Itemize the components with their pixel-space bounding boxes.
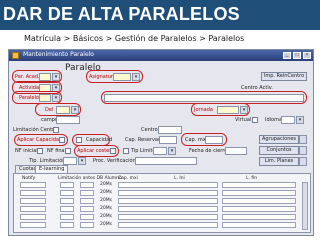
grid-cell[interactable]	[20, 198, 46, 204]
cap-reservada-input[interactable]	[159, 136, 177, 144]
close-button[interactable]: ×	[303, 52, 311, 59]
idioma-input[interactable]	[281, 116, 295, 124]
grid-cell[interactable]	[118, 198, 218, 204]
cap-mx-highlight	[181, 133, 227, 146]
asignatura-highlight	[86, 70, 143, 83]
limitacion-centro-checkbox[interactable]	[53, 127, 59, 133]
grid-cell[interactable]	[118, 214, 218, 220]
grid-cell[interactable]	[222, 206, 296, 212]
lim-planes-button[interactable]: Lim. Planes	[259, 157, 299, 166]
idioma-dropdown[interactable]: ▾	[296, 116, 304, 124]
breadcrumb: Matrícula > Básicos > Gestión de Paralel…	[24, 34, 245, 43]
imp-reincentro-button[interactable]: Imp. ReinCentro	[261, 72, 307, 81]
tip-limitacion-label: Tip. Limitación	[29, 158, 66, 164]
grid-cell-value: 20Ms	[100, 190, 112, 195]
grid-cell[interactable]	[80, 198, 94, 204]
table-row[interactable]: 20Ms	[20, 206, 302, 213]
grid-cell[interactable]	[222, 222, 296, 228]
grid-header-l-fin: L. fin	[246, 176, 258, 181]
grid-scrollbar[interactable]	[302, 182, 308, 230]
tip-limite-checkbox[interactable]	[123, 148, 129, 154]
tip-limite-dropdown[interactable]: ▾	[168, 147, 176, 155]
grid-cell[interactable]	[60, 214, 74, 220]
conjuntos-button[interactable]: Conjuntos	[259, 146, 299, 155]
tip-limite-label: Tip Limite	[131, 148, 156, 154]
table-row[interactable]: 20Ms	[20, 214, 302, 221]
idioma-label: Idioma	[265, 117, 283, 123]
conjuntos-dropdown[interactable]	[299, 146, 307, 155]
table-row[interactable]: 20Ms	[20, 190, 302, 197]
nf-inicial-checkbox[interactable]	[37, 148, 43, 154]
grid-cell[interactable]	[80, 214, 94, 220]
grid-cell[interactable]	[222, 198, 296, 204]
lim-planes-dropdown[interactable]	[299, 157, 307, 166]
agrupaciones-dropdown[interactable]	[299, 135, 307, 144]
grid-cell[interactable]	[60, 206, 74, 212]
grid-cell[interactable]	[80, 182, 94, 188]
grid-cell[interactable]	[222, 190, 296, 196]
grid-cell[interactable]	[80, 222, 94, 228]
grid-cell[interactable]	[118, 222, 218, 228]
table-row[interactable]: 20Ms	[20, 182, 302, 189]
fecha-cierre-input[interactable]	[225, 147, 247, 155]
grid-cell-value: 20Ms	[100, 214, 112, 219]
grid-cell[interactable]	[20, 214, 46, 220]
grid-cell-value: 20Ms	[100, 206, 112, 211]
grid-header-cap-mx: Cap. mxi	[118, 176, 138, 181]
grid-header-limitacion: Limitación antes DB Alumno	[58, 176, 122, 181]
grid-cell[interactable]	[20, 206, 46, 212]
centro-label: Centro	[141, 127, 158, 133]
app-window: Mantenimiento Paralelo _ □ × Paralelo Pe…	[8, 49, 314, 236]
slide-title-bar: DAR DE ALTA PARALELOS	[0, 0, 320, 30]
aplicar-capacidad-highlight	[14, 134, 68, 146]
virtual-checkbox[interactable]	[252, 117, 258, 123]
agrupaciones-button[interactable]: Agrupaciones	[259, 135, 299, 144]
nf-final-checkbox[interactable]	[65, 148, 71, 154]
fecha-cierre-label: Fecha de cierre	[189, 148, 228, 154]
grid-cell[interactable]	[20, 182, 46, 188]
grid-cell[interactable]	[222, 182, 296, 188]
grid-cell[interactable]	[80, 190, 94, 196]
jornada-highlight	[191, 103, 250, 116]
grid-header-notify: Notify	[22, 176, 36, 181]
nf-final-label: NF final	[47, 148, 66, 154]
tip-limitacion-input[interactable]	[63, 157, 77, 165]
tip-limitacion-dropdown[interactable]: ▾	[78, 157, 86, 165]
grid-cell[interactable]	[60, 182, 74, 188]
proc-verificacion-input[interactable]	[135, 157, 197, 165]
limitacion-centro-label: Limitación Centro	[13, 127, 58, 133]
campus-input[interactable]	[56, 116, 80, 124]
grid-cell[interactable]	[118, 206, 218, 212]
aplicar-costes-highlight	[74, 145, 119, 157]
grid-cell[interactable]	[20, 222, 46, 228]
minimize-button[interactable]: _	[283, 52, 291, 59]
nf-inicial-label: NF inicial	[15, 148, 38, 154]
grid-cell-value: 20Ms	[100, 198, 112, 203]
app-icon	[12, 52, 19, 59]
grid-cell[interactable]	[80, 206, 94, 212]
tip-limite-input[interactable]	[153, 147, 167, 155]
grid-cell[interactable]	[118, 182, 218, 188]
maximize-button[interactable]: □	[293, 52, 301, 59]
tab-e-learning[interactable]: E-learning	[35, 165, 69, 173]
proc-verificacion-label: Proc. Verificación	[93, 158, 136, 164]
grid-cell-value: 20Ms	[100, 182, 112, 187]
grid-cell[interactable]	[60, 190, 74, 196]
grid-cell[interactable]	[60, 222, 74, 228]
grid-cell-value: 20Ms	[100, 222, 112, 227]
virtual-label: Virtual	[235, 117, 252, 123]
table-row[interactable]: 20Ms	[20, 198, 302, 205]
paralelos-grid: Notify Limitación antes DB Alumno Cap. m…	[13, 173, 311, 233]
grid-cell[interactable]	[118, 190, 218, 196]
centro-input[interactable]	[158, 126, 182, 134]
table-row[interactable]: 20Ms	[20, 222, 302, 229]
grid-header-l-ini: L. Ini	[174, 176, 185, 181]
slide-title: DAR DE ALTA PARALELOS	[3, 4, 240, 24]
del-highlight	[35, 103, 81, 116]
grid-cell[interactable]	[20, 190, 46, 196]
grid-cell[interactable]	[60, 198, 74, 204]
window-title: Mantenimiento Paralelo	[23, 51, 94, 58]
window-titlebar: Mantenimiento Paralelo _ □ ×	[9, 50, 313, 61]
grid-cell[interactable]	[222, 214, 296, 220]
